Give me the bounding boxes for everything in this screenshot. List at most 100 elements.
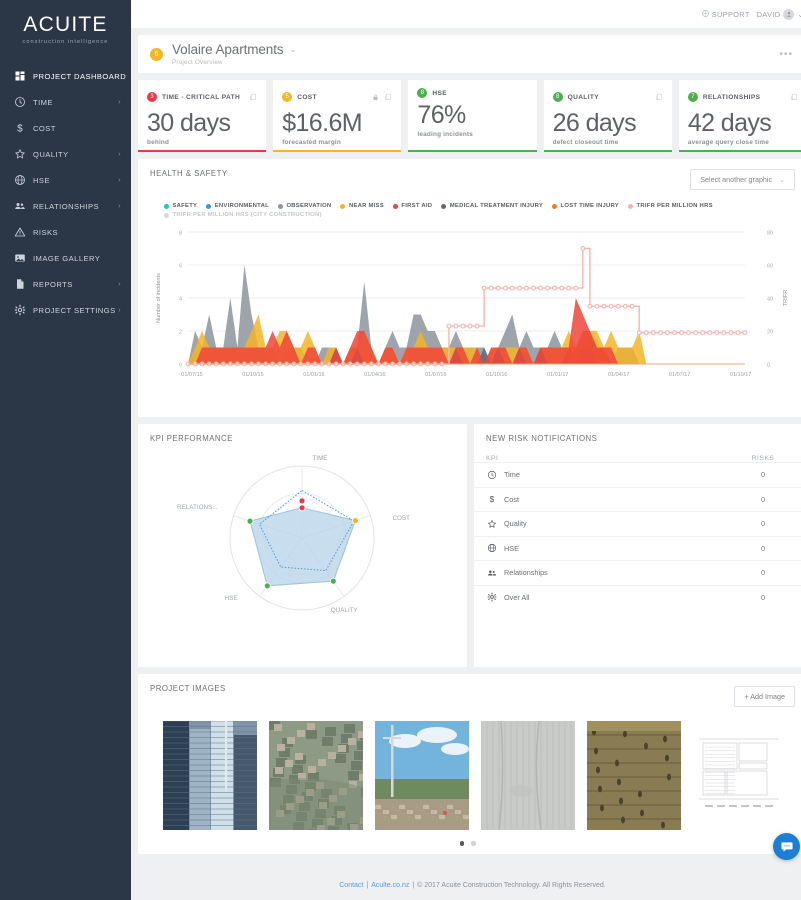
sidebar-item-quality[interactable]: QUALITY › [0, 141, 131, 167]
project-image-thumbnail[interactable] [481, 721, 575, 830]
chevron-right-icon: › [118, 280, 121, 288]
svg-text:01/04/17: 01/04/17 [608, 372, 629, 378]
select-graphic-dropdown[interactable]: Select another graphic ⌄ [690, 169, 795, 190]
risk-notifications-panel: NEW RISK NOTIFICATIONS KPI RISKS Time 0 $ C… [474, 424, 801, 667]
sidebar-item-relationships[interactable]: RELATIONSHIPS › [0, 193, 131, 219]
sidebar-item-risks[interactable]: RISKS [0, 219, 131, 245]
project-image-thumbnail[interactable] [163, 721, 257, 830]
legend-item[interactable]: SAFETY [164, 203, 197, 209]
kpi-description: defect closeout time [552, 139, 619, 146]
sidebar-item-label: REPORTS [33, 279, 73, 289]
sidebar-item-project-dashboard[interactable]: PROJECT DASHBOARD [0, 63, 131, 89]
kpi-card-hse[interactable]: 8 HSE 76% leading incidents [408, 80, 537, 152]
legend-item[interactable]: FIRST AID [392, 203, 432, 209]
legend-item[interactable]: OBSERVATION [277, 203, 331, 209]
risk-table-body: Time 0 $ Cost 0 Quality 0 HSE 0 Relationships 0 Ove… [474, 462, 801, 609]
legend-color-dot [164, 203, 169, 209]
copy-icon[interactable] [655, 88, 663, 106]
help-circle-icon [701, 9, 709, 19]
star-icon [13, 148, 26, 161]
user-menu[interactable]: DAVID ⌄ [756, 8, 801, 20]
footer-site-link[interactable]: Aculte.co.nz [371, 882, 409, 889]
brand-logo[interactable]: ACUITE construction intelligence [0, 0, 131, 63]
kpi-card-relationships[interactable]: 7 RELATIONSHIPS 42 days average query close… [678, 80, 801, 152]
sidebar-item-hse[interactable]: HSE › [0, 167, 131, 193]
kpi-name: RELATIONSHIPS [702, 93, 761, 101]
sidebar-item-label: QUALITY [33, 149, 69, 159]
grid-icon [13, 70, 26, 83]
clock-icon [486, 469, 497, 480]
table-row[interactable]: Relationships 0 [474, 560, 801, 585]
chart-legend: SAFETY ENVIRONMENTAL OBSERVATION NEAR MISS F… [150, 203, 795, 218]
footer-contact-link[interactable]: Contact [339, 882, 363, 889]
project-image-thumbnail[interactable] [693, 721, 787, 830]
risk-kpi-label: Over All [504, 592, 530, 602]
legend-label: TRIFR PER MILLION HRS (CITY CONSTRUCTION… [172, 212, 322, 218]
sidebar-item-time[interactable]: TIME › [0, 89, 131, 115]
kpi-status-bar [678, 150, 801, 152]
kpi-status-bar [543, 150, 672, 152]
kpi-description: forecasted margin [282, 139, 342, 146]
gear-icon [13, 304, 26, 317]
table-row[interactable]: $ Cost 0 [474, 486, 801, 512]
kpi-card-time-critical-path[interactable]: 3 TIME - CRITICAL PATH 30 days behind [138, 80, 267, 152]
project-header: 6 Volaire Apartments ⌄ Project Overview … [138, 35, 801, 73]
footer-sep-1: | [366, 881, 369, 889]
svg-text:8: 8 [179, 231, 182, 237]
project-image-thumbnail[interactable] [375, 721, 469, 830]
dollar-icon: $ [13, 122, 26, 135]
pagination-dot[interactable] [459, 841, 464, 846]
kpi-card-cost[interactable]: 5 COST $16.6M forecasted margin [273, 80, 402, 152]
legend-item[interactable]: NEAR MISS [340, 203, 384, 209]
page-title[interactable]: Volaire Apartments ⌄ [172, 42, 296, 57]
sidebar-nav: PROJECT DASHBOARD TIME › $ COST QUALITY › HSE › R… [0, 63, 131, 323]
lock-icon[interactable] [372, 88, 379, 106]
table-row[interactable]: Over All 0 [474, 584, 801, 610]
table-row[interactable]: HSE 0 [474, 535, 801, 561]
radar-axis-label: QUALITY [331, 607, 359, 614]
helmet-icon [486, 543, 497, 554]
chevron-down-icon: ⌄ [797, 9, 801, 19]
project-overflow-menu[interactable]: ••• [779, 50, 793, 60]
legend-item[interactable]: TRIFR PER MILLION HRS [627, 203, 713, 209]
legend-item[interactable]: ENVIRONMENTAL [206, 203, 269, 209]
add-image-button[interactable]: + Add Image [734, 686, 795, 707]
legend-item[interactable]: MEDICAL TREATMENT INJURY [441, 203, 543, 209]
risk-count: 0 [760, 592, 766, 602]
project-image-thumbnail[interactable] [269, 721, 363, 830]
sidebar-item-cost[interactable]: $ COST [0, 115, 131, 141]
kpi-performance-title: KPI PERFORMANCE [150, 434, 233, 443]
table-row[interactable]: Time 0 [474, 462, 801, 487]
legend-label: ENVIRONMENTAL [214, 203, 269, 209]
kpi-card-quality[interactable]: 8 QUALITY 26 days defect closeout time [543, 80, 672, 152]
legend-item[interactable]: TRIFR PER MILLION HRS (CITY CONSTRUCTION… [164, 212, 322, 218]
project-image-thumbnail[interactable] [587, 721, 681, 830]
risk-count: 0 [760, 519, 766, 529]
support-label: SUPPORT [711, 9, 750, 19]
dashboard-scroll-area: 6 Volaire Apartments ⌄ Project Overview … [131, 28, 801, 870]
pagination-dot[interactable] [471, 841, 476, 846]
copy-icon[interactable] [790, 88, 798, 106]
project-images-title: PROJECT IMAGES [150, 684, 226, 693]
sidebar-item-label: TIME [33, 97, 53, 107]
support-link[interactable]: SUPPORT [701, 9, 750, 19]
sidebar-item-project-settings[interactable]: PROJECT SETTINGS › [0, 297, 131, 323]
image-thumbnail-strip [150, 721, 795, 830]
risk-kpi-label: Quality [504, 519, 527, 529]
copy-icon[interactable] [249, 88, 257, 106]
table-row[interactable]: Quality 0 [474, 511, 801, 536]
legend-item[interactable]: LOST TIME INJURY [552, 203, 619, 209]
risk-count: 0 [760, 494, 766, 504]
svg-text:01/04/16: 01/04/16 [364, 372, 385, 378]
kpi-value-unit: days [720, 109, 772, 137]
chat-bubble-icon[interactable] [773, 833, 800, 860]
svg-text:80: 80 [767, 231, 773, 237]
copy-icon[interactable] [384, 88, 392, 106]
sidebar-item-reports[interactable]: REPORTS › [0, 271, 131, 297]
kpi-performance-panel: KPI PERFORMANCE TIME COST QUALITY HSE RELATI… [138, 424, 467, 667]
sidebar-item-image-gallery[interactable]: IMAGE GALLERY [0, 245, 131, 271]
svg-text:60: 60 [767, 264, 773, 270]
risk-table-header: KPI RISKS [474, 455, 801, 462]
user-name: DAVID [756, 9, 781, 19]
sidebar-item-label: RISKS [33, 227, 59, 237]
